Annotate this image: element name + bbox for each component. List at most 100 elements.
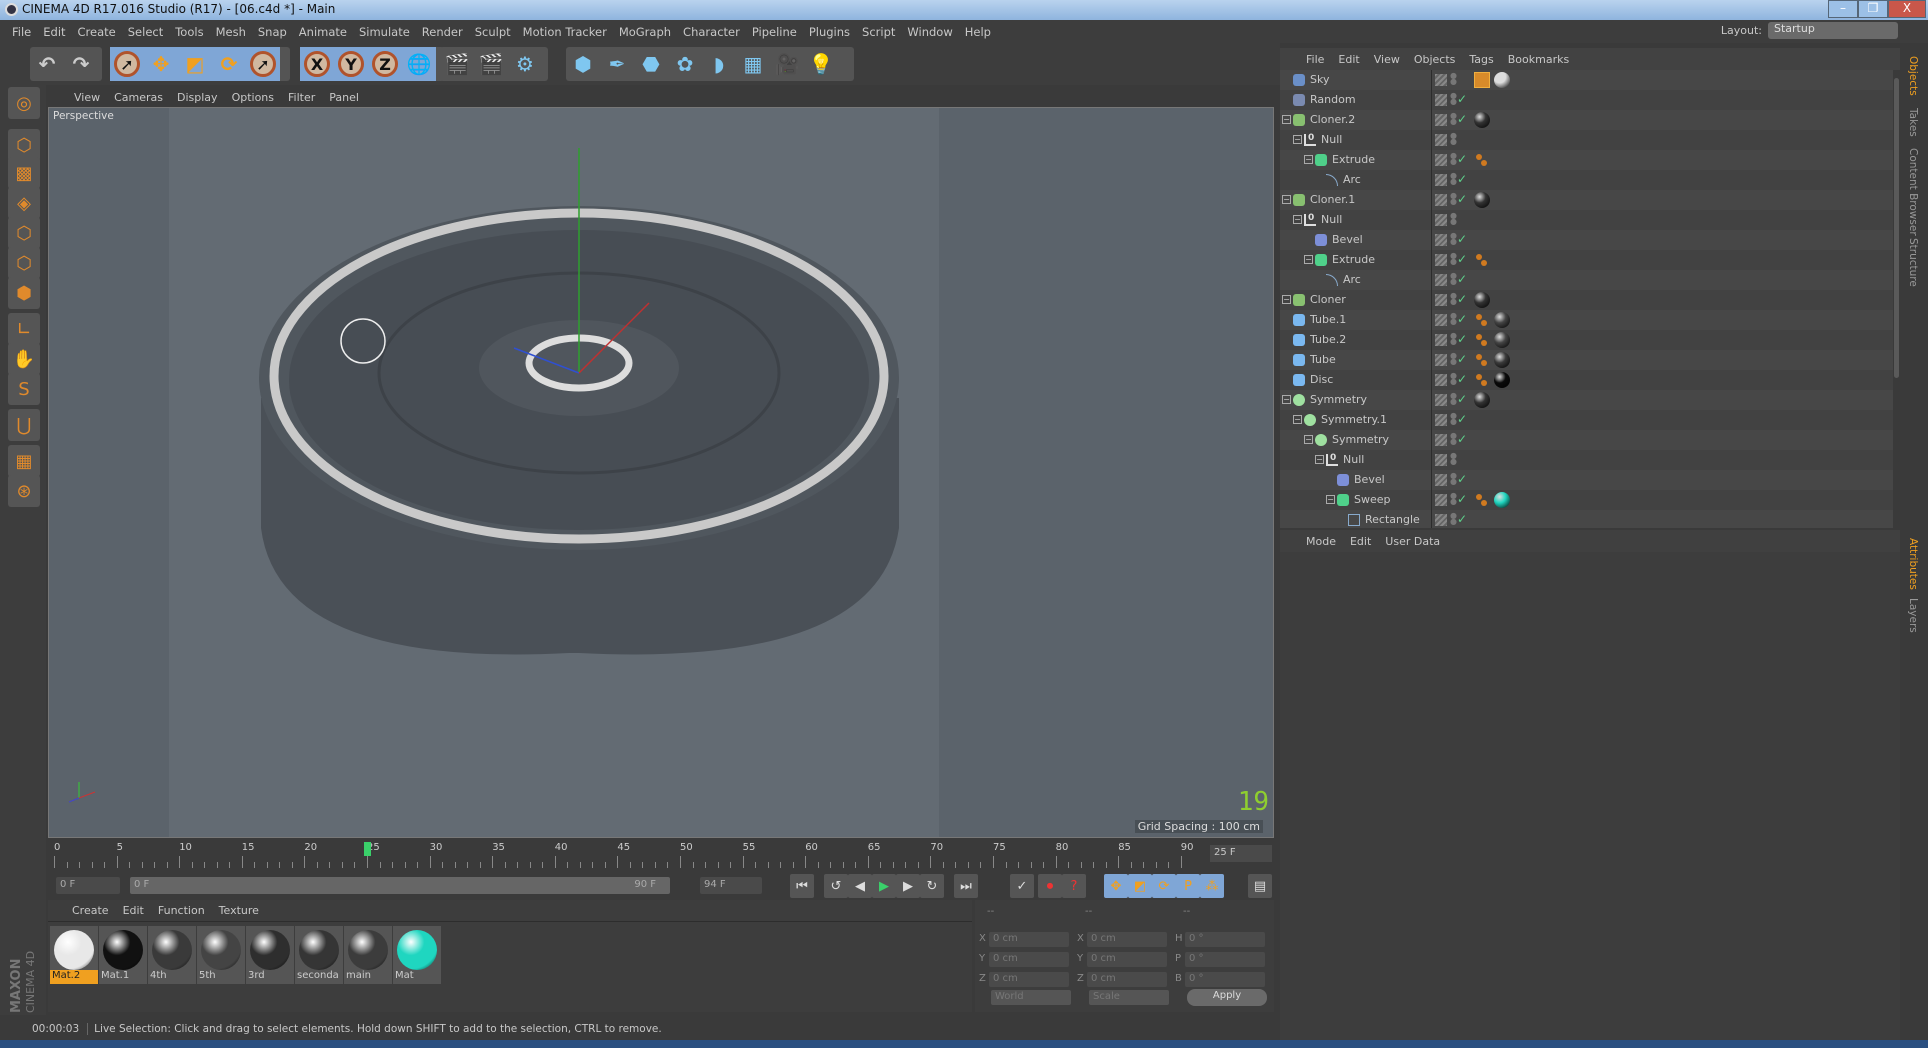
y-axis-button[interactable]: Y [334,47,368,81]
playhead[interactable] [364,842,371,856]
current-frame-field[interactable]: 25 F [1210,845,1272,862]
enabled-check-icon[interactable]: ✓ [1457,292,1467,306]
enabled-check-icon[interactable]: ✓ [1457,112,1467,126]
collapse-toggle[interactable]: − [1282,115,1291,124]
enabled-check-icon[interactable]: ✓ [1457,172,1467,186]
enabled-check-icon[interactable]: ✓ [1457,92,1467,106]
material-tag-icon[interactable] [1494,372,1510,388]
object-row-null[interactable]: −0 Null ● ● [1280,450,1893,470]
side-tab-objects[interactable]: Objects [1907,56,1919,96]
key-selection-button[interactable]: ? [1062,874,1086,898]
render-settings-button[interactable]: ⚙ [508,47,542,81]
phong-tag-icon[interactable] [1474,332,1490,348]
vpmenu-panel[interactable]: Panel [329,91,359,104]
layer-icon[interactable] [1435,294,1447,306]
vpmenu-cameras[interactable]: Cameras [114,91,163,104]
object-row-bevel[interactable]: Bevel ● ● ✓ [1280,230,1893,250]
side-tab-takes[interactable]: Takes [1907,108,1919,137]
visibility-dots[interactable]: ● ● [1450,332,1457,346]
menu-edit[interactable]: Edit [43,25,65,39]
matmenu-texture[interactable]: Texture [219,904,259,917]
enabled-check-icon[interactable]: ✓ [1457,412,1467,426]
undo-button[interactable]: ↶ [30,47,64,81]
material-5th[interactable]: 5th [197,926,245,984]
object-row-tube[interactable]: Tube ● ● ✓ [1280,350,1893,370]
visibility-dots[interactable]: ● ● [1450,292,1457,306]
layer-icon[interactable] [1435,454,1447,466]
material-tag-icon[interactable] [1494,312,1510,328]
side-tab-structure[interactable]: Structure [1907,238,1919,287]
size-mode-dropdown[interactable]: Scale [1089,990,1169,1005]
phong-tag-icon[interactable] [1474,312,1490,328]
layer-icon[interactable] [1435,354,1447,366]
visibility-dots[interactable]: ● ● [1450,372,1457,386]
edges-mode-button[interactable]: ⬡ [8,247,40,279]
object-row-bevel[interactable]: Bevel ● ● ✓ [1280,470,1893,490]
material-3rd[interactable]: 3rd [246,926,294,984]
menu-mesh[interactable]: Mesh [216,25,246,39]
coord-system-dropdown[interactable]: World [991,990,1071,1005]
enabled-check-icon[interactable]: ✓ [1457,432,1467,446]
visibility-dots[interactable]: ● ● [1450,72,1457,86]
visibility-dots[interactable]: ● ● [1450,352,1457,366]
coord-field-y[interactable]: 0 cm [1087,952,1167,967]
visibility-dots[interactable]: ● ● [1450,412,1457,426]
collapse-toggle[interactable]: − [1304,155,1313,164]
range-slider[interactable]: 0 F 90 F [130,877,670,894]
material-tag-icon[interactable] [1494,352,1510,368]
visibility-dots[interactable]: ● ● [1450,92,1457,106]
menu-pipeline[interactable]: Pipeline [752,25,797,39]
visibility-dots[interactable]: ● ● [1450,152,1457,166]
enabled-check-icon[interactable]: ✓ [1457,152,1467,166]
collapse-toggle[interactable]: − [1304,255,1313,264]
attrmenu-user-data[interactable]: User Data [1385,535,1440,548]
material-mat[interactable]: Mat [393,926,441,984]
collapse-toggle[interactable]: − [1293,135,1302,144]
previous-frame-button[interactable]: ◀ [848,874,872,898]
vpmenu-display[interactable]: Display [177,91,218,104]
visibility-dots[interactable]: ● ● [1450,132,1457,146]
vpmenu-view[interactable]: View [74,91,100,104]
menu-select[interactable]: Select [128,25,163,39]
go-to-next-key-button[interactable]: ↻ [920,874,944,898]
vpmenu-filter[interactable]: Filter [288,91,315,104]
key-param-button[interactable]: P [1176,874,1200,898]
visibility-dots[interactable]: ● ● [1450,392,1457,406]
layer-icon[interactable] [1435,234,1447,246]
object-row-arc[interactable]: Arc ● ● ✓ [1280,170,1893,190]
phong-tag-icon[interactable] [1474,352,1490,368]
layer-icon[interactable] [1435,194,1447,206]
end-frame-field[interactable]: 94 F [700,877,762,894]
start-frame-field[interactable]: 0 F [56,877,120,894]
object-list-scrollbar[interactable] [1893,70,1900,528]
material-tag-icon[interactable] [1474,112,1490,128]
apply-button[interactable]: Apply [1187,989,1267,1006]
layer-icon[interactable] [1435,254,1447,266]
visibility-dots[interactable]: ● ● [1450,172,1457,186]
layer-icon[interactable] [1435,474,1447,486]
collapse-toggle[interactable]: − [1282,295,1291,304]
side-tab-layers[interactable]: Layers [1907,598,1919,633]
deformer-button[interactable]: ◗ [702,47,736,81]
visibility-dots[interactable]: ● ● [1450,272,1457,286]
texture-mode-button[interactable]: ▩ [8,157,40,189]
material-tag-icon[interactable] [1494,492,1510,508]
material-tag-icon[interactable] [1474,192,1490,208]
minimize-button[interactable]: – [1828,0,1858,18]
key-rotation-button[interactable]: ⟳ [1152,874,1176,898]
go-to-previous-key-button[interactable]: ↺ [824,874,848,898]
coord-field-z[interactable]: 0 cm [989,972,1069,987]
z-axis-button[interactable]: Z [368,47,402,81]
coord-field-p[interactable]: 0 ° [1185,952,1265,967]
visibility-dots[interactable]: ● ● [1450,512,1457,526]
layer-icon[interactable] [1435,74,1447,86]
material-tag-icon[interactable] [1494,332,1510,348]
menu-mograph[interactable]: MoGraph [619,25,671,39]
enabled-check-icon[interactable]: ✓ [1457,272,1467,286]
autokey-button[interactable]: ⏺ [1038,874,1062,898]
enabled-check-icon[interactable]: ✓ [1457,252,1467,266]
attrmenu-mode[interactable]: Mode [1306,535,1336,548]
object-row-tube.2[interactable]: Tube.2 ● ● ✓ [1280,330,1893,350]
material-seconda[interactable]: seconda [295,926,343,984]
polygons-mode-button[interactable]: ⬢ [8,277,40,309]
